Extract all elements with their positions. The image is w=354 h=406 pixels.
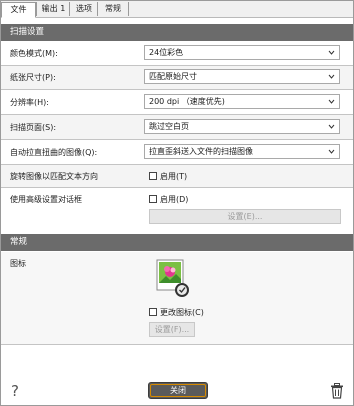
advanced-checkbox-label[interactable]: 启用(D)	[160, 194, 188, 205]
resolution-row: 分辨率(H): 200 dpi （速度优先)	[1, 90, 353, 114]
auto-deskew-value: 拉直歪斜送入文件的扫描图像	[149, 147, 253, 156]
advanced-row: 使用高级设置对话框 启用(D) 设置(E)...	[1, 188, 353, 228]
change-icon-label[interactable]: 更改图标(C)	[160, 307, 204, 318]
auto-deskew-select[interactable]: 拉直歪斜送入文件的扫描图像	[144, 144, 340, 159]
scanner-app-icon	[156, 259, 189, 297]
rotate-checkbox-label[interactable]: 启用(T)	[160, 171, 187, 182]
scan-settings-header: 扫描设置	[1, 24, 353, 41]
advanced-label: 使用高级设置对话框	[10, 195, 82, 204]
scan-pages-label: 扫描页面(S):	[10, 123, 57, 132]
close-button[interactable]: 关闭	[148, 382, 208, 399]
chevron-down-icon	[328, 124, 335, 129]
advanced-settings-button[interactable]: 设置(E)...	[149, 209, 341, 224]
auto-deskew-label: 自动拉直扭曲的图像(Q):	[10, 148, 98, 157]
general-header: 常规	[1, 234, 353, 251]
help-icon[interactable]: ?	[11, 383, 25, 399]
paper-size-label: 纸张尺寸(P):	[10, 73, 56, 82]
paper-size-value: 匹配原始尺寸	[149, 72, 197, 81]
icon-settings-button[interactable]: 设置(F)...	[149, 322, 195, 337]
divider	[1, 344, 353, 345]
tab-output-1[interactable]: 输出 1	[36, 2, 70, 16]
chevron-down-icon	[328, 149, 335, 154]
resolution-value: 200 dpi （速度优先)	[149, 97, 225, 106]
tab-bar: 文件 输出 1 选项 常规	[1, 1, 353, 18]
icon-row: 图标 更改图标(C) 设置(F)...	[1, 252, 353, 344]
tab-file[interactable]: 文件	[1, 2, 36, 18]
scan-pages-value: 跳过空白页	[149, 122, 189, 131]
auto-deskew-row: 自动拉直扭曲的图像(Q): 拉直歪斜送入文件的扫描图像	[1, 140, 353, 164]
chevron-down-icon	[328, 99, 335, 104]
icon-label: 图标	[10, 259, 26, 268]
scan-pages-select[interactable]: 跳过空白页	[144, 119, 340, 134]
rotate-checkbox[interactable]	[149, 172, 157, 180]
resolution-select[interactable]: 200 dpi （速度优先)	[144, 94, 340, 109]
tab-general[interactable]: 常规	[97, 2, 129, 16]
paper-size-row: 纸张尺寸(P): 匹配原始尺寸	[1, 66, 353, 89]
scan-pages-row: 扫描页面(S): 跳过空白页	[1, 115, 353, 139]
chevron-down-icon	[328, 50, 335, 55]
color-mode-value: 24位彩色	[149, 48, 184, 57]
rotate-label: 旋转图像以匹配文本方向	[10, 172, 98, 181]
tab-options[interactable]: 选项	[69, 2, 98, 16]
scan-settings-panel: 文件 输出 1 选项 常规 扫描设置 颜色模式(M): 24位彩色 纸张尺寸(P…	[0, 0, 354, 406]
color-mode-select[interactable]: 24位彩色	[144, 45, 340, 60]
advanced-checkbox[interactable]	[149, 195, 157, 203]
color-mode-label: 颜色模式(M):	[10, 49, 58, 58]
paper-size-select[interactable]: 匹配原始尺寸	[144, 69, 340, 84]
color-mode-row: 颜色模式(M): 24位彩色	[1, 42, 353, 65]
resolution-label: 分辨率(H):	[10, 98, 49, 107]
rotate-row: 旋转图像以匹配文本方向 启用(T)	[1, 165, 353, 187]
trash-icon[interactable]	[330, 383, 344, 399]
change-icon-checkbox[interactable]	[149, 308, 157, 316]
chevron-down-icon	[328, 74, 335, 79]
